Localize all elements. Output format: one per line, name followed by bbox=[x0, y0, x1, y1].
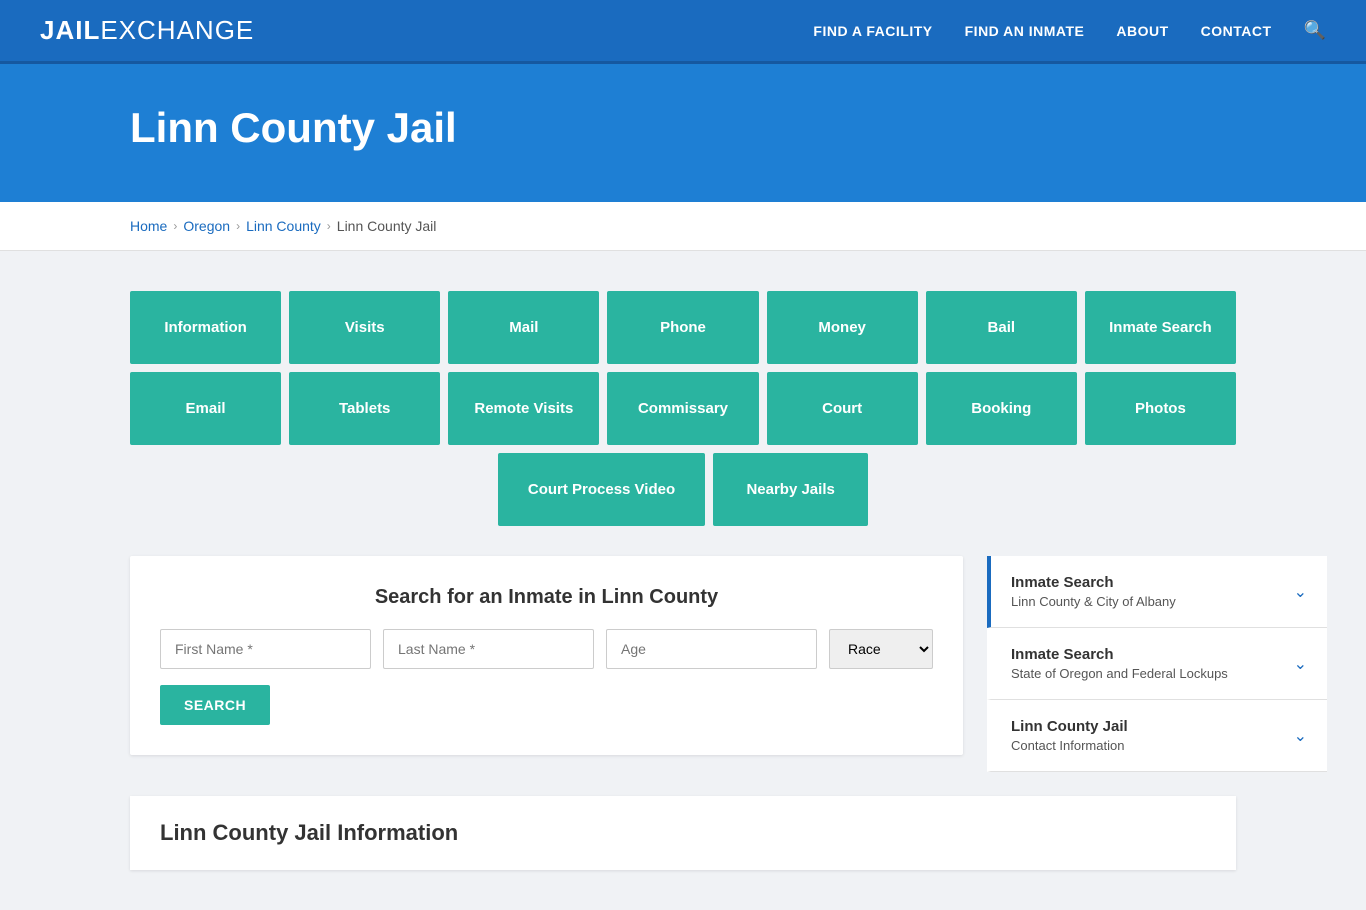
btn-booking[interactable]: Booking bbox=[926, 372, 1077, 445]
header: JAILEXCHANGE FIND A FACILITY FIND AN INM… bbox=[0, 0, 1366, 64]
nav-find-facility[interactable]: FIND A FACILITY bbox=[813, 23, 932, 39]
chevron-icon-3: ⌄ bbox=[1294, 726, 1307, 746]
grid-row-1: Information Visits Mail Phone Money Bail… bbox=[130, 291, 1236, 364]
sidebar-title-1: Inmate Search bbox=[1011, 574, 1176, 591]
breadcrumb-current: Linn County Jail bbox=[337, 218, 437, 234]
sidebar-item-oregon-inmate-search[interactable]: Inmate Search State of Oregon and Federa… bbox=[987, 628, 1327, 700]
btn-mail[interactable]: Mail bbox=[448, 291, 599, 364]
breadcrumb-sep-1: › bbox=[173, 219, 177, 233]
race-select[interactable]: Race White Black Hispanic Asian Other bbox=[829, 629, 933, 669]
content-area: Search for an Inmate in Linn County Race… bbox=[130, 556, 1236, 772]
sidebar-title-2: Inmate Search bbox=[1011, 646, 1228, 663]
sidebar-subtitle-3: Contact Information bbox=[1011, 738, 1128, 753]
main-content: Information Visits Mail Phone Money Bail… bbox=[0, 251, 1366, 910]
sidebar-item-linn-inmate-search[interactable]: Inmate Search Linn County & City of Alba… bbox=[987, 556, 1327, 628]
first-name-input[interactable] bbox=[160, 629, 371, 669]
btn-email[interactable]: Email bbox=[130, 372, 281, 445]
hero-section: Linn County Jail bbox=[0, 64, 1366, 202]
btn-information[interactable]: Information bbox=[130, 291, 281, 364]
nav-find-inmate[interactable]: FIND AN INMATE bbox=[965, 23, 1085, 39]
nav-about[interactable]: ABOUT bbox=[1116, 23, 1168, 39]
breadcrumb-sep-2: › bbox=[236, 219, 240, 233]
btn-visits[interactable]: Visits bbox=[289, 291, 440, 364]
main-nav: FIND A FACILITY FIND AN INMATE ABOUT CON… bbox=[813, 20, 1326, 41]
btn-remote-visits[interactable]: Remote Visits bbox=[448, 372, 599, 445]
btn-court[interactable]: Court bbox=[767, 372, 918, 445]
breadcrumb-bar: Home › Oregon › Linn County › Linn Count… bbox=[0, 202, 1366, 251]
search-title: Search for an Inmate in Linn County bbox=[160, 586, 933, 609]
search-inputs: Race White Black Hispanic Asian Other bbox=[160, 629, 933, 669]
btn-commissary[interactable]: Commissary bbox=[607, 372, 758, 445]
search-button[interactable]: SEARCH bbox=[160, 685, 270, 725]
lower-content: Linn County Jail Information bbox=[130, 796, 1236, 870]
logo-exchange: EXCHANGE bbox=[100, 15, 254, 46]
btn-photos[interactable]: Photos bbox=[1085, 372, 1236, 445]
breadcrumb-home[interactable]: Home bbox=[130, 218, 167, 234]
btn-nearby-jails[interactable]: Nearby Jails bbox=[713, 453, 868, 526]
page-title: Linn County Jail bbox=[130, 104, 1326, 152]
btn-court-process-video[interactable]: Court Process Video bbox=[498, 453, 705, 526]
chevron-icon-1: ⌄ bbox=[1294, 582, 1307, 602]
btn-money[interactable]: Money bbox=[767, 291, 918, 364]
sidebar-item-contact-info[interactable]: Linn County Jail Contact Information ⌄ bbox=[987, 700, 1327, 772]
search-section: Search for an Inmate in Linn County Race… bbox=[130, 556, 963, 755]
lower-title: Linn County Jail Information bbox=[160, 820, 1206, 846]
btn-inmate-search[interactable]: Inmate Search bbox=[1085, 291, 1236, 364]
logo-jail: JAIL bbox=[40, 15, 100, 46]
btn-bail[interactable]: Bail bbox=[926, 291, 1077, 364]
sidebar-subtitle-1: Linn County & City of Albany bbox=[1011, 594, 1176, 609]
breadcrumb-linn-county[interactable]: Linn County bbox=[246, 218, 321, 234]
logo[interactable]: JAILEXCHANGE bbox=[40, 15, 254, 46]
btn-phone[interactable]: Phone bbox=[607, 291, 758, 364]
sidebar-subtitle-2: State of Oregon and Federal Lockups bbox=[1011, 666, 1228, 681]
btn-tablets[interactable]: Tablets bbox=[289, 372, 440, 445]
grid-row-3: Court Process Video Nearby Jails bbox=[130, 453, 1236, 526]
breadcrumb: Home › Oregon › Linn County › Linn Count… bbox=[130, 218, 1236, 234]
sidebar: Inmate Search Linn County & City of Alba… bbox=[987, 556, 1327, 772]
breadcrumb-sep-3: › bbox=[327, 219, 331, 233]
chevron-icon-2: ⌄ bbox=[1294, 654, 1307, 674]
nav-contact[interactable]: CONTACT bbox=[1201, 23, 1272, 39]
breadcrumb-oregon[interactable]: Oregon bbox=[183, 218, 230, 234]
grid-row-2: Email Tablets Remote Visits Commissary C… bbox=[130, 372, 1236, 445]
search-icon-button[interactable]: 🔍 bbox=[1304, 20, 1326, 41]
age-input[interactable] bbox=[606, 629, 817, 669]
last-name-input[interactable] bbox=[383, 629, 594, 669]
sidebar-title-3: Linn County Jail bbox=[1011, 718, 1128, 735]
